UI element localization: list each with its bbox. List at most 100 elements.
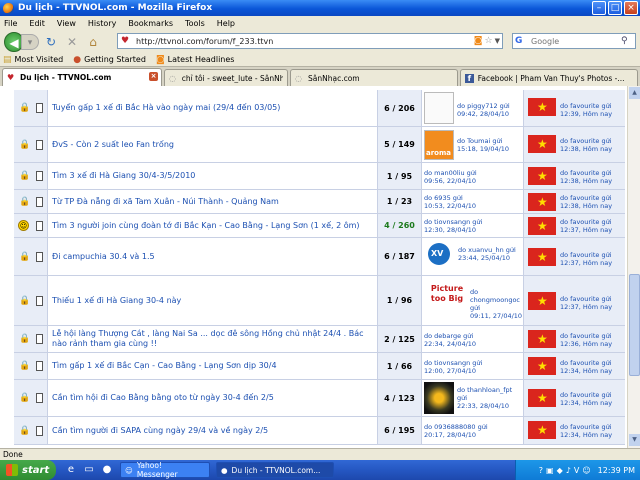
- menu-bookmarks[interactable]: Bookmarks: [128, 19, 173, 28]
- last-post-time: 12:38, Hôm nay: [560, 202, 613, 210]
- poster-name[interactable]: do piggy712 gửi: [457, 102, 510, 110]
- rss-feed-icon[interactable]: ◙: [474, 36, 483, 46]
- address-bar[interactable]: ♥ http://ttvnol.com/forum/f_233.ttvn ◙ ☆…: [117, 33, 503, 49]
- avatar-text: XV: [431, 249, 444, 258]
- menu-help[interactable]: Help: [217, 19, 235, 28]
- document-icon: [36, 251, 43, 262]
- status-text: Done: [3, 450, 23, 459]
- bookmark-most-visited[interactable]: ▤ Most Visited: [3, 55, 63, 65]
- thread-title-link[interactable]: Từ TP Đà nẵng đi xã Tam Xuân - Núi Thành…: [52, 197, 279, 207]
- avatar: Picture too Big: [424, 280, 468, 320]
- site-favicon-icon: ♥: [121, 36, 130, 46]
- last-post-by[interactable]: do favourite gửi: [560, 423, 612, 431]
- maximize-button[interactable]: □: [608, 1, 622, 15]
- last-post-by[interactable]: do favourite gửi: [560, 359, 612, 367]
- menu-tools[interactable]: Tools: [185, 19, 205, 28]
- last-post-by[interactable]: do favourite gửi: [560, 391, 612, 399]
- thread-title-link[interactable]: Tìm 3 xế đi Hà Giang 30/4-3/5/2010: [52, 171, 195, 181]
- last-post-time: 12:34, Hôm nay: [560, 431, 613, 439]
- minimize-button[interactable]: –: [592, 1, 606, 15]
- poster-name[interactable]: do tiovnsangn gửi: [424, 359, 482, 367]
- lock-icon: 🔒: [19, 251, 31, 262]
- menu-edit[interactable]: Edit: [29, 19, 45, 28]
- bookmark-star-icon[interactable]: ☆: [485, 36, 493, 46]
- last-post-by[interactable]: do favourite gửi: [560, 169, 612, 177]
- thread-title-link[interactable]: Tìm 3 người join cùng đoàn tớ đi Bắc Kạn…: [52, 221, 360, 231]
- bookmark-getting-started[interactable]: ● Getting Started: [73, 55, 146, 65]
- home-icon[interactable]: ⌂: [84, 33, 102, 51]
- thread-title-link[interactable]: Thiếu 1 xế đi Hà Giang 30-4 này: [52, 296, 181, 306]
- shield-icon[interactable]: ◆: [557, 466, 563, 475]
- last-post-time: 12:37, Hôm nay: [560, 226, 613, 234]
- page-favicon-icon: ◌: [295, 73, 302, 83]
- start-button[interactable]: start: [0, 460, 56, 480]
- poster-name[interactable]: do 0936888080 gửi: [424, 423, 488, 431]
- scroll-up-icon[interactable]: ▲: [629, 87, 640, 99]
- internet-explorer-icon[interactable]: e: [64, 463, 78, 477]
- window-title: Du lịch - TTVNOL.com - Mozilla Firefox: [18, 3, 213, 13]
- thread-title-link[interactable]: Đi campuchia 30.4 và 1.5: [52, 252, 155, 262]
- last-post-by[interactable]: do favourite gửi: [560, 218, 612, 226]
- last-post-by[interactable]: do favourite gửi: [560, 332, 612, 340]
- tab-close-icon[interactable]: ×: [149, 72, 158, 81]
- last-post-by[interactable]: do favourite gửi: [560, 137, 612, 145]
- menu-bar: File Edit View History Bookmarks Tools H…: [0, 16, 640, 30]
- poster-name[interactable]: do thanhloan_fpt gửi: [457, 386, 521, 402]
- poster-name[interactable]: do debarge gửi: [424, 332, 473, 340]
- poster-name[interactable]: do 6935 gửi: [424, 194, 463, 202]
- scrollbar-thumb[interactable]: [629, 274, 640, 376]
- document-icon: [36, 171, 43, 181]
- last-post-by[interactable]: do favourite gửi: [560, 251, 612, 259]
- help-icon[interactable]: ?: [539, 466, 543, 475]
- close-button[interactable]: ×: [624, 1, 638, 15]
- document-icon: [36, 334, 43, 344]
- post-time: 10:53, 22/04/10: [424, 202, 477, 210]
- table-row: 🔒 Lễ hội làng Thượng Cát , làng Nai Sa .…: [14, 326, 625, 353]
- network-icon[interactable]: ▣: [546, 466, 554, 475]
- menu-history[interactable]: History: [88, 19, 116, 28]
- last-post-by[interactable]: do favourite gửi: [560, 194, 612, 202]
- stop-icon[interactable]: ✕: [63, 33, 81, 51]
- thread-title-link[interactable]: Cần tìm hội đi Cao Bằng bằng oto từ ngày…: [52, 393, 274, 403]
- thread-stats: 5 / 149: [378, 127, 422, 162]
- thread-title-link[interactable]: Tuyển gấp 1 xế đi Bắc Hà vào ngày mai (2…: [52, 103, 280, 113]
- volume-icon[interactable]: ♪: [566, 466, 571, 475]
- messenger-tray-icon[interactable]: ☺: [582, 466, 590, 475]
- address-dropdown-icon[interactable]: ▼: [495, 37, 500, 45]
- tab-sannhac-song[interactable]: ◌ chỉ tôi - sweet_lute - SânNhạc.com: [164, 69, 288, 86]
- antivirus-icon[interactable]: V: [574, 466, 579, 475]
- poster-name[interactable]: do Toumai gửi: [457, 137, 502, 145]
- thread-title-link[interactable]: Cần tìm người đi SAPA cùng ngày 29/4 và …: [52, 426, 268, 436]
- thread-title-link[interactable]: ĐvS - Còn 2 suất leo Fan trống: [52, 140, 174, 150]
- poster-name[interactable]: do chongmoongoc gửi: [470, 288, 522, 312]
- address-url[interactable]: http://ttvnol.com/forum/f_233.ttvn: [136, 37, 474, 46]
- menu-view[interactable]: View: [57, 19, 76, 28]
- poster-name[interactable]: do man00liu gửi: [424, 169, 477, 177]
- bookmark-latest-headlines[interactable]: ◙ Latest Headlines: [156, 55, 235, 65]
- tab-sannhac[interactable]: ◌ SânNhạc.com: [290, 69, 458, 86]
- google-icon[interactable]: G: [515, 35, 529, 47]
- last-post-by[interactable]: do favourite gửi: [560, 102, 612, 110]
- search-icon[interactable]: ⚲: [621, 36, 628, 46]
- reload-icon[interactable]: ↻: [42, 33, 60, 51]
- thread-title-link[interactable]: Tìm gấp 1 xế đi Bắc Cạn - Cao Bằng - Lạn…: [52, 361, 277, 371]
- post-time: 12:30, 28/04/10: [424, 226, 477, 234]
- page-scrollbar[interactable]: ▲ ▼: [627, 86, 640, 448]
- taskbar-yahoo-messenger[interactable]: ☺ Yahoo! Messenger: [120, 461, 210, 479]
- poster-name[interactable]: do xuanvu_hn gửi: [458, 246, 516, 254]
- firefox-quicklaunch-icon[interactable]: ●: [100, 463, 114, 477]
- last-post-by[interactable]: do favourite gửi: [560, 295, 612, 303]
- menu-file[interactable]: File: [4, 19, 17, 28]
- forward-button[interactable]: ▾: [21, 33, 39, 50]
- clock: 12:39 PM: [597, 465, 635, 475]
- search-input[interactable]: [531, 36, 621, 46]
- poster-name[interactable]: do tiovnsangn gửi: [424, 218, 482, 226]
- scroll-down-icon[interactable]: ▼: [629, 434, 640, 446]
- taskbar-firefox-window[interactable]: ● Du lịch - TTVNOL.com...: [216, 462, 334, 478]
- last-post-time: 12:39, Hôm nay: [560, 110, 613, 118]
- firefox-bookmark-icon: ●: [73, 54, 82, 65]
- tab-du-lich[interactable]: ♥ Du lịch - TTVNOL.com ×: [2, 68, 162, 86]
- thread-title-link[interactable]: Lễ hội làng Thượng Cát , làng Nai Sa ...…: [52, 329, 377, 349]
- show-desktop-icon[interactable]: ▭: [82, 463, 96, 477]
- tab-facebook[interactable]: f Facebook | Pham Van Thuy's Photos -...: [460, 69, 638, 86]
